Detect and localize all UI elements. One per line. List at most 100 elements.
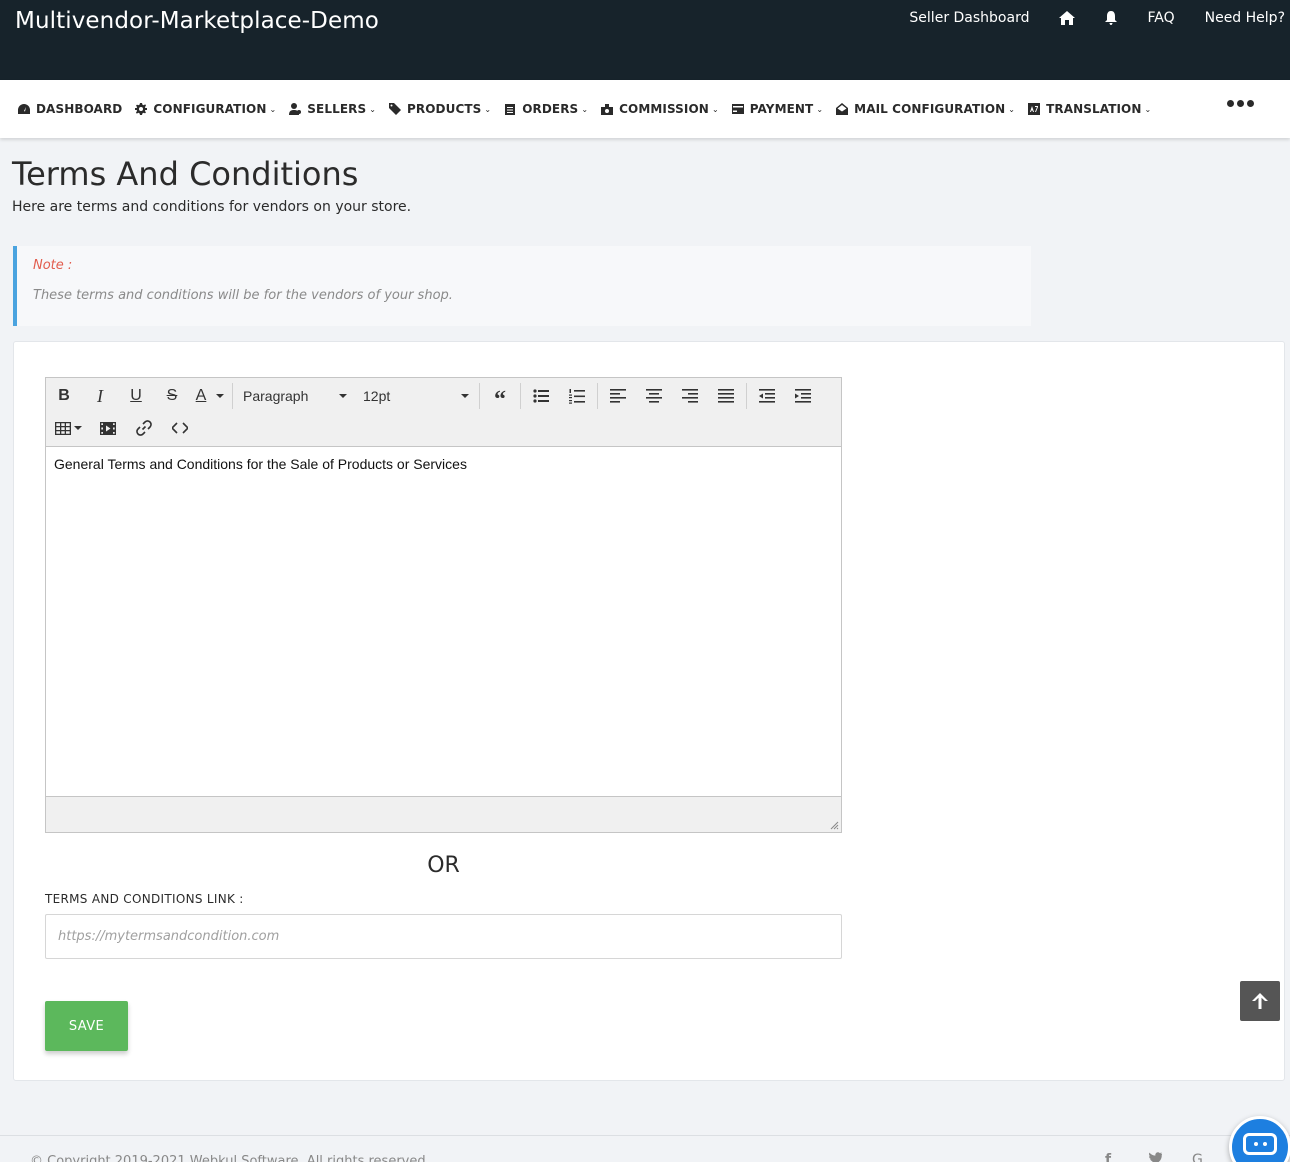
language-icon bbox=[1028, 103, 1041, 115]
format-select-value: Paragraph bbox=[243, 388, 309, 404]
footer-copyright: © Copyright 2019-2021 Webkul Software. A… bbox=[30, 1154, 430, 1162]
link-icon bbox=[136, 420, 152, 436]
chevron-down-icon: ⌄ bbox=[269, 104, 277, 114]
twitter-icon[interactable] bbox=[1148, 1152, 1163, 1162]
caret-down-icon bbox=[339, 394, 347, 398]
toolbar-row bbox=[46, 412, 198, 444]
bullet-list-icon bbox=[533, 389, 549, 403]
nav-label: CONFIGURATION bbox=[153, 102, 267, 116]
underline-button[interactable]: U bbox=[118, 382, 154, 410]
align-center-button[interactable] bbox=[636, 382, 672, 410]
nav-configuration[interactable]: CONFIGURATION ⌄ bbox=[135, 102, 276, 116]
more-dots-icon[interactable] bbox=[1227, 100, 1254, 107]
italic-button[interactable]: I bbox=[82, 382, 118, 410]
indent-button[interactable] bbox=[785, 382, 821, 410]
table-button[interactable] bbox=[46, 414, 90, 442]
seller-dashboard-link[interactable]: Seller Dashboard bbox=[909, 10, 1029, 26]
tag-icon bbox=[389, 103, 402, 115]
envelope-open-icon bbox=[836, 103, 849, 115]
text-color-button[interactable]: A bbox=[190, 382, 230, 410]
align-right-button[interactable] bbox=[672, 382, 708, 410]
chat-icon bbox=[1243, 1133, 1277, 1155]
link-button[interactable] bbox=[126, 414, 162, 442]
note-box: Note : These terms and conditions will b… bbox=[13, 246, 1031, 326]
nav-label: SELLERS bbox=[307, 102, 367, 116]
align-right-icon bbox=[682, 389, 698, 403]
top-links: Seller Dashboard FAQ Need Help? bbox=[879, 10, 1285, 26]
nav-label: DASHBOARD bbox=[36, 102, 123, 116]
nav-products[interactable]: PRODUCTS ⌄ bbox=[389, 102, 491, 116]
facebook-icon[interactable]: f bbox=[1105, 1152, 1111, 1162]
text-color-icon: A bbox=[195, 387, 207, 404]
bold-button[interactable]: B bbox=[46, 382, 82, 410]
chevron-down-icon: ⌄ bbox=[369, 104, 377, 114]
editor-content[interactable]: General Terms and Conditions for the Sal… bbox=[46, 447, 841, 797]
format-select[interactable]: Paragraph bbox=[235, 382, 355, 410]
toolbar-row: B I U S A Paragraph 12pt “ bbox=[46, 380, 821, 413]
font-size-select-value: 12pt bbox=[363, 388, 391, 404]
note-title: Note : bbox=[33, 258, 73, 273]
nav-dashboard[interactable]: DASHBOARD bbox=[18, 102, 122, 116]
chevron-down-icon: ⌄ bbox=[1144, 104, 1152, 114]
or-divider: OR bbox=[427, 853, 460, 878]
media-icon bbox=[100, 421, 116, 435]
terms-link-label: TERMS AND CONDITIONS LINK : bbox=[45, 892, 244, 906]
numbered-list-button[interactable] bbox=[559, 382, 595, 410]
nav-payment[interactable]: PAYMENT ⌄ bbox=[731, 102, 824, 116]
top-header: Multivendor-Marketplace-Demo Seller Dash… bbox=[0, 0, 1290, 80]
source-code-button[interactable] bbox=[162, 414, 198, 442]
outdent-icon bbox=[759, 389, 775, 403]
chat-widget-button[interactable] bbox=[1229, 1116, 1290, 1162]
dashboard-icon bbox=[18, 103, 30, 115]
nav-sellers[interactable]: SELLERS ⌄ bbox=[289, 102, 376, 116]
clipboard-icon bbox=[504, 103, 516, 115]
need-help-link[interactable]: Need Help? bbox=[1205, 10, 1285, 26]
nav-label: ORDERS bbox=[522, 102, 579, 116]
align-left-icon bbox=[610, 389, 626, 403]
table-icon bbox=[54, 421, 71, 435]
editor-toolbar: B I U S A Paragraph 12pt “ bbox=[46, 378, 841, 447]
blockquote-button[interactable]: “ bbox=[482, 382, 518, 413]
scroll-top-button[interactable] bbox=[1240, 981, 1280, 1021]
align-justify-button[interactable] bbox=[708, 382, 744, 410]
save-button[interactable]: SAVE bbox=[45, 1001, 128, 1051]
editor-paragraph: General Terms and Conditions for the Sal… bbox=[54, 456, 467, 472]
terms-card: B I U S A Paragraph 12pt “ General Terms… bbox=[13, 341, 1285, 1081]
editor-statusbar bbox=[46, 796, 841, 832]
nav-label: TRANSLATION bbox=[1046, 102, 1142, 116]
terms-link-input[interactable] bbox=[45, 914, 842, 959]
nav-translation[interactable]: TRANSLATION ⌄ bbox=[1028, 102, 1151, 116]
nav-mail-configuration[interactable]: MAIL CONFIGURATION ⌄ bbox=[836, 102, 1015, 116]
nav-label: COMMISSION bbox=[619, 102, 709, 116]
chevron-down-icon: ⌄ bbox=[816, 104, 824, 114]
align-center-icon bbox=[646, 389, 662, 403]
faq-link[interactable]: FAQ bbox=[1147, 10, 1174, 26]
align-justify-icon bbox=[718, 389, 734, 403]
outdent-button[interactable] bbox=[749, 382, 785, 410]
code-icon bbox=[172, 422, 188, 434]
nav-label: MAIL CONFIGURATION bbox=[854, 102, 1006, 116]
nav-label: PRODUCTS bbox=[407, 102, 482, 116]
credit-card-icon bbox=[731, 103, 744, 115]
caret-down-icon bbox=[461, 394, 469, 398]
font-size-select[interactable]: 12pt bbox=[355, 382, 477, 410]
page-title: Terms And Conditions bbox=[12, 155, 359, 193]
chevron-down-icon: ⌄ bbox=[711, 104, 719, 114]
chevron-down-icon: ⌄ bbox=[581, 104, 589, 114]
align-left-button[interactable] bbox=[600, 382, 636, 410]
strikethrough-button[interactable]: S bbox=[154, 382, 190, 410]
gear-icon bbox=[135, 103, 148, 115]
nav-label: PAYMENT bbox=[749, 102, 814, 116]
bullet-list-button[interactable] bbox=[523, 382, 559, 410]
nav-orders[interactable]: ORDERS ⌄ bbox=[504, 102, 588, 116]
brand-title: Multivendor-Marketplace-Demo bbox=[15, 8, 379, 34]
nav-commission[interactable]: COMMISSION ⌄ bbox=[601, 102, 719, 116]
bell-icon[interactable] bbox=[1105, 11, 1118, 25]
home-icon[interactable] bbox=[1059, 11, 1076, 25]
google-plus-icon[interactable]: G bbox=[1192, 1152, 1203, 1162]
chevron-down-icon: ⌄ bbox=[1008, 104, 1016, 114]
page-subtitle: Here are terms and conditions for vendor… bbox=[12, 199, 412, 215]
media-button[interactable] bbox=[90, 414, 126, 442]
money-icon bbox=[601, 103, 614, 115]
resize-handle-icon[interactable] bbox=[830, 821, 839, 830]
